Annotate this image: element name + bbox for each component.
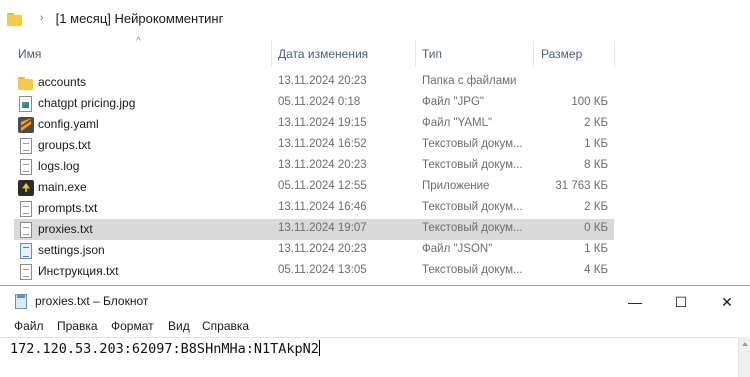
file-name: prompts.txt (38, 201, 98, 215)
file-size: 2 КБ (584, 201, 608, 213)
file-type: Приложение (422, 180, 490, 192)
file-date: 05.11.2024 12:55 (278, 180, 367, 192)
menu-edit[interactable]: Правка (57, 319, 98, 333)
menu-view[interactable]: Вид (168, 319, 190, 333)
file-row-settings[interactable]: settings.json 13.11.2024 20:23 Файл "JSO… (14, 240, 614, 261)
menu-help[interactable]: Справка (202, 319, 249, 333)
file-name: logs.log (38, 159, 80, 173)
file-size: 31 763 КБ (555, 180, 608, 192)
column-divider[interactable] (271, 41, 272, 67)
column-name-header[interactable]: Имя (18, 46, 41, 62)
column-divider[interactable] (415, 41, 416, 67)
file-name: settings.json (38, 243, 105, 257)
file-name: groups.txt (38, 138, 91, 152)
file-name: proxies.txt (38, 222, 93, 236)
folder-icon (7, 11, 24, 26)
image-file-icon (19, 96, 32, 112)
file-date: 13.11.2024 20:23 (278, 243, 367, 255)
file-row-logs[interactable]: logs.log 13.11.2024 20:23 Текстовый доку… (14, 156, 614, 177)
notepad-icon (15, 294, 27, 309)
file-type: Текстовый докум... (422, 264, 523, 276)
breadcrumb[interactable]: [1 месяц] Нейрокомментинг (56, 11, 224, 26)
file-date: 13.11.2024 19:15 (278, 117, 367, 129)
column-date-header[interactable]: Дата изменения (278, 46, 368, 62)
file-name: Инструкция.txt (38, 264, 119, 278)
file-date: 13.11.2024 20:23 (278, 75, 367, 87)
file-row-accounts[interactable]: accounts 13.11.2024 20:23 Папка с файлам… (14, 72, 614, 93)
file-name: chatgpt pricing.jpg (38, 96, 136, 110)
file-row-prompts[interactable]: prompts.txt 13.11.2024 16:46 Текстовый д… (14, 198, 614, 219)
sort-ascending-icon: ^ (136, 36, 141, 47)
file-date: 05.11.2024 13:05 (278, 264, 367, 276)
file-type: Текстовый докум... (422, 159, 523, 171)
file-size: 1 КБ (584, 243, 608, 255)
minimize-button[interactable]: — (612, 290, 658, 314)
vertical-scrollbar[interactable] (738, 337, 750, 377)
notepad-window: proxies.txt – Блокнот — ☐ ✕ Файл Правка … (0, 285, 750, 377)
file-size: 2 КБ (584, 117, 608, 129)
menu-format[interactable]: Формат (111, 319, 154, 333)
file-row-instruction[interactable]: Инструкция.txt 05.11.2024 13:05 Текстовы… (14, 261, 614, 282)
text-file-icon (20, 264, 32, 280)
file-type: Текстовый докум... (422, 138, 523, 150)
file-date: 13.11.2024 20:23 (278, 159, 367, 171)
column-divider[interactable] (533, 41, 534, 67)
file-date: 05.11.2024 0:18 (278, 96, 361, 108)
file-size: 4 КБ (584, 264, 608, 276)
file-type: Файл "YAML" (422, 117, 493, 129)
json-file-icon (20, 243, 32, 259)
file-type: Папка с файлами (422, 75, 517, 87)
file-row-main-exe[interactable]: main.exe 05.11.2024 12:55 Приложение 31 … (14, 177, 614, 198)
menu-bar: Файл Правка Формат Вид Справка (0, 317, 750, 337)
window-title: proxies.txt – Блокнот (35, 294, 149, 308)
sublime-text-icon (18, 117, 34, 133)
file-size: 8 КБ (584, 159, 608, 171)
column-header-row: ^ Имя Дата изменения Тип Размер (0, 36, 750, 72)
text-caret (318, 340, 320, 356)
file-size: 1 КБ (584, 138, 608, 150)
file-name: accounts (38, 75, 87, 89)
file-row-chatgpt-pricing[interactable]: chatgpt pricing.jpg 05.11.2024 0:18 Файл… (14, 93, 614, 114)
column-divider[interactable] (614, 41, 615, 67)
file-date: 13.11.2024 16:52 (278, 138, 367, 150)
maximize-button[interactable]: ☐ (658, 290, 704, 314)
chevron-right-icon[interactable]: › (40, 12, 44, 24)
menu-file[interactable]: Файл (14, 319, 44, 333)
file-type: Текстовый докум... (422, 201, 523, 213)
address-bar[interactable]: › [1 месяц] Нейрокомментинг (0, 0, 750, 36)
text-file-icon (20, 159, 32, 175)
file-name: config.yaml (38, 117, 99, 131)
file-name: main.exe (38, 180, 87, 194)
file-date: 13.11.2024 16:46 (278, 201, 367, 213)
file-size: 100 КБ (571, 96, 608, 108)
file-type: Файл "JPG" (422, 96, 484, 108)
file-date: 13.11.2024 19:07 (278, 222, 367, 234)
close-button[interactable]: ✕ (704, 290, 750, 314)
file-size: 0 КБ (584, 222, 608, 234)
column-size-header[interactable]: Размер (541, 46, 582, 62)
column-type-header[interactable]: Тип (422, 46, 442, 62)
editor-text: 172.120.53.203:62097:B8SHnMHa:N1TAkpN2 (10, 341, 319, 357)
text-file-icon (20, 201, 32, 217)
text-file-icon (20, 138, 32, 154)
file-row-groups[interactable]: groups.txt 13.11.2024 16:52 Текстовый до… (14, 135, 614, 156)
notepad-titlebar[interactable]: proxies.txt – Блокнот — ☐ ✕ (0, 286, 750, 317)
editor-content[interactable]: 172.120.53.203:62097:B8SHnMHa:N1TAkpN2 (10, 340, 320, 357)
text-editor-area[interactable]: 172.120.53.203:62097:B8SHnMHa:N1TAkpN2 (0, 337, 738, 377)
file-row-proxies-selected[interactable]: proxies.txt 13.11.2024 19:07 Текстовый д… (14, 219, 614, 240)
file-type: Текстовый докум... (422, 222, 523, 234)
folder-icon (18, 75, 34, 91)
exe-app-icon (18, 180, 34, 196)
file-type: Файл "JSON" (422, 243, 493, 255)
file-row-config[interactable]: config.yaml 13.11.2024 19:15 Файл "YAML"… (14, 114, 614, 135)
text-file-icon (20, 222, 32, 238)
